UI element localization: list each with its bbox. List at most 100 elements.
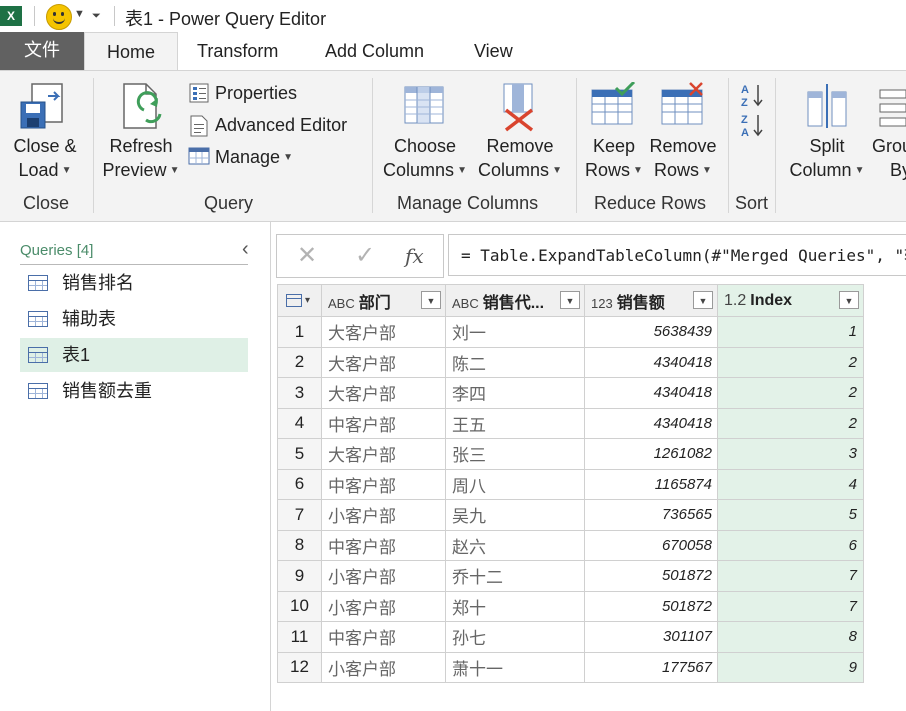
cell-rep[interactable]: 郑十 [445,590,585,622]
cell-index[interactable]: 6 [717,529,864,561]
row-number[interactable]: 12 [277,651,322,683]
smiley-feedback-icon[interactable] [46,4,72,30]
query-item-1[interactable]: 销售排名 [20,266,248,300]
row-number[interactable]: 8 [277,529,322,561]
tab-view[interactable]: View [474,32,513,70]
cell-sales[interactable]: 501872 [584,560,718,592]
query-item-3-selected[interactable]: 表1 [20,338,248,372]
text-type-icon[interactable]: ABC [328,296,355,311]
split-column-button[interactable]: Split Column ▼ [786,134,868,183]
cell-sales[interactable]: 1261082 [584,438,718,470]
table-row[interactable]: 2 大客户部 陈二 4340418 2 [277,346,864,378]
cell-rep[interactable]: 王五 [445,407,585,439]
sort-descending-icon[interactable]: Z A [740,112,766,138]
cell-index[interactable]: 8 [717,621,864,653]
cell-index[interactable]: 1 [717,316,864,348]
chevron-down-icon[interactable]: ▼ [74,8,85,20]
cell-index[interactable]: 7 [717,560,864,592]
cell-index[interactable]: 2 [717,346,864,378]
cell-rep[interactable]: 赵六 [445,529,585,561]
tab-transform[interactable]: Transform [197,32,278,70]
tab-home[interactable]: Home [84,32,178,71]
row-number[interactable]: 11 [277,621,322,653]
tab-add-column[interactable]: Add Column [325,32,424,70]
table-corner-menu[interactable]: ▾ [277,284,322,317]
row-number[interactable]: 3 [277,377,322,409]
table-row[interactable]: 9 小客户部 乔十二 501872 7 [277,560,864,592]
column-header-rep[interactable]: ABC 销售代... ▼ [445,284,585,317]
cell-rep[interactable]: 刘一 [445,316,585,348]
manage-button[interactable]: Manage ▼ [215,144,293,170]
row-number[interactable]: 5 [277,438,322,470]
column-header-index[interactable]: 1.2 Index ▼ [717,284,864,317]
cell-sales[interactable]: 501872 [584,590,718,622]
text-type-icon[interactable]: ABC [452,296,479,311]
cell-dept[interactable]: 大客户部 [321,316,446,348]
table-row[interactable]: 12 小客户部 萧十一 177567 9 [277,651,864,683]
cell-sales[interactable]: 4340418 [584,346,718,378]
cell-index[interactable]: 2 [717,377,864,409]
cell-sales[interactable]: 177567 [584,651,718,683]
cell-index[interactable]: 9 [717,651,864,683]
cell-sales[interactable]: 4340418 [584,407,718,439]
fx-icon[interactable]: fx [405,244,424,268]
filter-dropdown-icon[interactable]: ▼ [839,291,859,309]
cell-sales[interactable]: 670058 [584,529,718,561]
advanced-editor-button[interactable]: Advanced Editor [215,112,347,138]
table-row[interactable]: 6 中客户部 周八 1165874 4 [277,468,864,500]
row-number[interactable]: 10 [277,590,322,622]
cell-rep[interactable]: 吴九 [445,499,585,531]
cell-index[interactable]: 2 [717,407,864,439]
cell-dept[interactable]: 大客户部 [321,346,446,378]
cell-rep[interactable]: 周八 [445,468,585,500]
cell-dept[interactable]: 小客户部 [321,499,446,531]
cell-sales[interactable]: 5638439 [584,316,718,348]
row-number[interactable]: 1 [277,316,322,348]
sort-ascending-icon[interactable]: A Z [740,82,766,108]
choose-columns-button[interactable]: Choose Columns ▼ [380,134,470,183]
confirm-icon[interactable]: ✓ [355,241,375,270]
cell-rep[interactable]: 陈二 [445,346,585,378]
formula-input[interactable]: = Table.ExpandTableColumn(#"Merged Queri… [448,234,906,276]
cell-dept[interactable]: 中客户部 [321,468,446,500]
cell-dept[interactable]: 大客户部 [321,438,446,470]
table-row[interactable]: 7 小客户部 吴九 736565 5 [277,499,864,531]
decimal-type-icon[interactable]: 1.2 [724,292,746,309]
cell-index[interactable]: 3 [717,438,864,470]
cell-sales[interactable]: 4340418 [584,377,718,409]
cell-sales[interactable]: 1165874 [584,468,718,500]
properties-button[interactable]: Properties [215,80,297,106]
whole-number-type-icon[interactable]: 123 [591,296,613,311]
table-row[interactable]: 3 大客户部 李四 4340418 2 [277,377,864,409]
cell-rep[interactable]: 李四 [445,377,585,409]
remove-rows-button[interactable]: Remove Rows ▼ [648,134,718,183]
query-item-4[interactable]: 销售额去重 [20,374,248,408]
tab-file[interactable]: 文件 [0,32,84,70]
table-row[interactable]: 5 大客户部 张三 1261082 3 [277,438,864,470]
keep-rows-button[interactable]: Keep Rows ▼ [582,134,646,183]
column-header-dept[interactable]: ABC 部门 ▼ [321,284,446,317]
cell-rep[interactable]: 萧十一 [445,651,585,683]
table-row[interactable]: 1 大客户部 刘一 5638439 1 [277,316,864,348]
table-row[interactable]: 8 中客户部 赵六 670058 6 [277,529,864,561]
collapse-pane-icon[interactable]: ‹ [242,238,249,261]
cell-dept[interactable]: 小客户部 [321,651,446,683]
cell-dept[interactable]: 中客户部 [321,529,446,561]
query-item-2[interactable]: 辅助表 [20,302,248,336]
cell-rep[interactable]: 张三 [445,438,585,470]
table-row[interactable]: 4 中客户部 王五 4340418 2 [277,407,864,439]
cell-dept[interactable]: 小客户部 [321,590,446,622]
row-number[interactable]: 6 [277,468,322,500]
cell-dept[interactable]: 大客户部 [321,377,446,409]
quick-access-customize-icon[interactable]: ⏷ [92,10,101,23]
cell-index[interactable]: 5 [717,499,864,531]
cell-rep[interactable]: 孙七 [445,621,585,653]
close-load-button[interactable]: Close & Load ▼ [12,134,78,183]
cell-dept[interactable]: 中客户部 [321,407,446,439]
row-number[interactable]: 9 [277,560,322,592]
remove-columns-button[interactable]: Remove Columns ▼ [474,134,566,183]
cell-dept[interactable]: 小客户部 [321,560,446,592]
table-row[interactable]: 11 中客户部 孙七 301107 8 [277,621,864,653]
cell-sales[interactable]: 301107 [584,621,718,653]
cell-dept[interactable]: 中客户部 [321,621,446,653]
